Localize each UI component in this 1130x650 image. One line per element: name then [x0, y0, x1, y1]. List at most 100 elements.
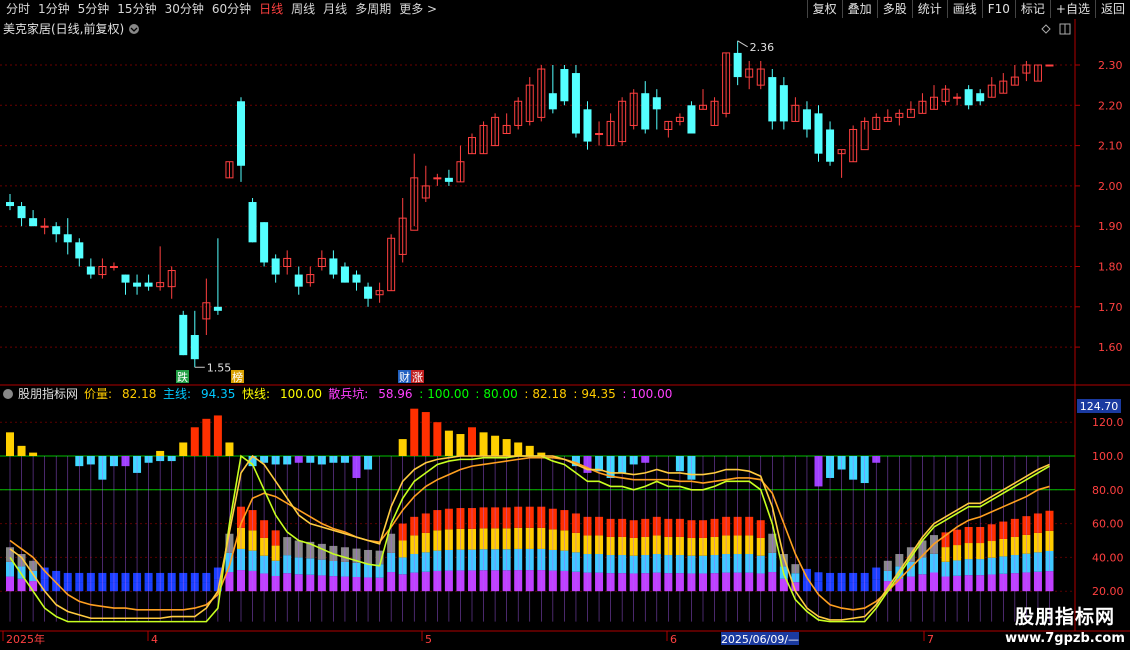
date-axis-label: 4 [151, 633, 158, 646]
indicator-axis-label: 120.0 [1092, 416, 1124, 429]
candle-body [976, 93, 985, 102]
candle-body [779, 85, 788, 122]
toolbar-button[interactable]: F10 [981, 0, 1015, 18]
toolbar-button[interactable]: 统计 [911, 0, 947, 18]
candle-body [826, 129, 835, 162]
low-price-label: 1.55 [207, 361, 232, 374]
indicator-bar-up [179, 442, 188, 456]
candle-body [964, 89, 973, 106]
indicator-bar-up [225, 442, 234, 456]
toolbar-button[interactable]: 多股 [876, 0, 912, 18]
candle-body [75, 242, 84, 259]
candle-body [1045, 64, 1054, 67]
toolbar-button[interactable]: 复权 [806, 0, 842, 18]
candle-body [352, 274, 361, 283]
price-axis-label: 1.80 [1098, 261, 1123, 274]
indicator-bar-up [479, 432, 488, 456]
period-tab[interactable]: 1分钟 [34, 1, 74, 18]
event-badge-label: 榜 [232, 370, 243, 384]
indicator-axis-label: 40.00 [1092, 551, 1124, 564]
candle-body [444, 177, 453, 182]
period-tab[interactable]: 周线 [287, 1, 319, 18]
candle-body [248, 202, 257, 243]
candle-body [560, 69, 569, 102]
toolbar-button[interactable]: 返回 [1094, 0, 1130, 18]
candle-body [29, 218, 38, 227]
candle-body [340, 266, 349, 283]
readout-value: 94.35 [201, 387, 235, 401]
price-axis-label: 2.30 [1098, 59, 1123, 72]
period-tab[interactable]: 多周期 [351, 1, 395, 18]
event-badge-label: 涨 [412, 371, 423, 384]
candle-body [86, 266, 95, 275]
indicator-name: 股朋指标网 [18, 386, 78, 401]
indicator-bar-up [29, 452, 38, 456]
toolbar-button[interactable]: 标记 [1014, 0, 1050, 18]
candle-body [40, 225, 49, 228]
watermark: 股朋指标网 www.7gpzb.com [1004, 602, 1126, 646]
candle-body [213, 306, 222, 311]
chevron-down-icon[interactable] [129, 24, 139, 34]
indicator-axis-label: 60.00 [1092, 518, 1124, 531]
candle-body [768, 77, 777, 122]
indicator-bar-up [156, 450, 165, 456]
readout-label: : [419, 387, 423, 401]
readout-label: 主线: [163, 387, 191, 401]
indicator-bar-up [410, 408, 419, 456]
price-axis-label: 1.70 [1098, 301, 1123, 314]
candle-body [329, 258, 338, 275]
event-badge-label: 财 [399, 370, 410, 384]
indicator-bar-up [444, 430, 453, 456]
readout-value: 100.00 [280, 387, 322, 401]
period-tab[interactable]: 15分钟 [113, 1, 160, 18]
price-axis-label: 2.20 [1098, 99, 1123, 112]
candle-body [733, 52, 742, 78]
candle-body [814, 113, 823, 154]
period-tab[interactable]: 分时 [2, 1, 34, 18]
price-axis-label: 2.00 [1098, 180, 1123, 193]
candle-body [641, 93, 650, 130]
period-tab[interactable]: 30分钟 [161, 1, 208, 18]
candle-body [144, 282, 153, 287]
toolbar-button[interactable]: 叠加 [841, 0, 877, 18]
chart-title: 美克家居(日线,前复权) [3, 21, 124, 36]
candle-body [294, 274, 303, 287]
period-tab[interactable]: 月线 [319, 1, 351, 18]
candle-body [109, 266, 118, 268]
candle-body [190, 335, 199, 360]
indicator-bar-up [213, 415, 222, 456]
candle-body [63, 234, 72, 243]
candle-body [260, 222, 269, 263]
high-price-label: 2.36 [750, 41, 775, 54]
toolbar: 分时 1分钟 5分钟 15分钟 30分钟 60分钟 日线 周线 月线 多周期 更多 > 复权 叠加 多股… [0, 0, 1130, 20]
date-axis-label: 2025年 [6, 632, 45, 646]
indicator-bar-up [202, 418, 211, 456]
stock-chart[interactable]: 2.30 2.20 2.10 2.00 1.90 1.80 1.70 1.60 120.0 100… [0, 19, 1130, 650]
candle-body [687, 105, 696, 134]
toolbar-buttons: 复权 叠加 多股 统计 画线 F10 标记 +自选 返回 [806, 0, 1130, 18]
readout-label: 快线: [242, 387, 270, 401]
candle-body [121, 274, 130, 283]
indicator-bar-up [514, 442, 523, 456]
price-axis-label: 1.90 [1098, 220, 1123, 233]
period-tab[interactable]: 更多 > [395, 1, 441, 18]
date-axis-label: 5 [425, 633, 432, 646]
indicator-axis-label: 100.0 [1092, 450, 1124, 463]
indicator-bar-up [190, 427, 199, 456]
toolbar-button[interactable]: +自选 [1049, 0, 1095, 18]
period-tab[interactable]: 60分钟 [208, 1, 255, 18]
indicator-axis-label: 80.00 [1092, 484, 1124, 497]
readout-value: 82.18 [532, 387, 566, 401]
cursor-date-label: 2025/06/09/— [721, 633, 799, 646]
indicator-bar-up [421, 412, 430, 456]
toolbar-button[interactable]: 画线 [946, 0, 982, 18]
event-badge-label: 跌 [177, 370, 188, 384]
axis-value-box-label: 124.70 [1080, 400, 1119, 413]
indicator-axis-label: 20.00 [1092, 585, 1124, 598]
period-tab[interactable]: 日线 [255, 1, 287, 18]
chevron-down-icon[interactable] [3, 389, 13, 399]
readout-label: : [573, 387, 577, 401]
readout-value: 80.00 [483, 387, 517, 401]
candle-body [433, 177, 442, 180]
period-tab[interactable]: 5分钟 [74, 1, 114, 18]
